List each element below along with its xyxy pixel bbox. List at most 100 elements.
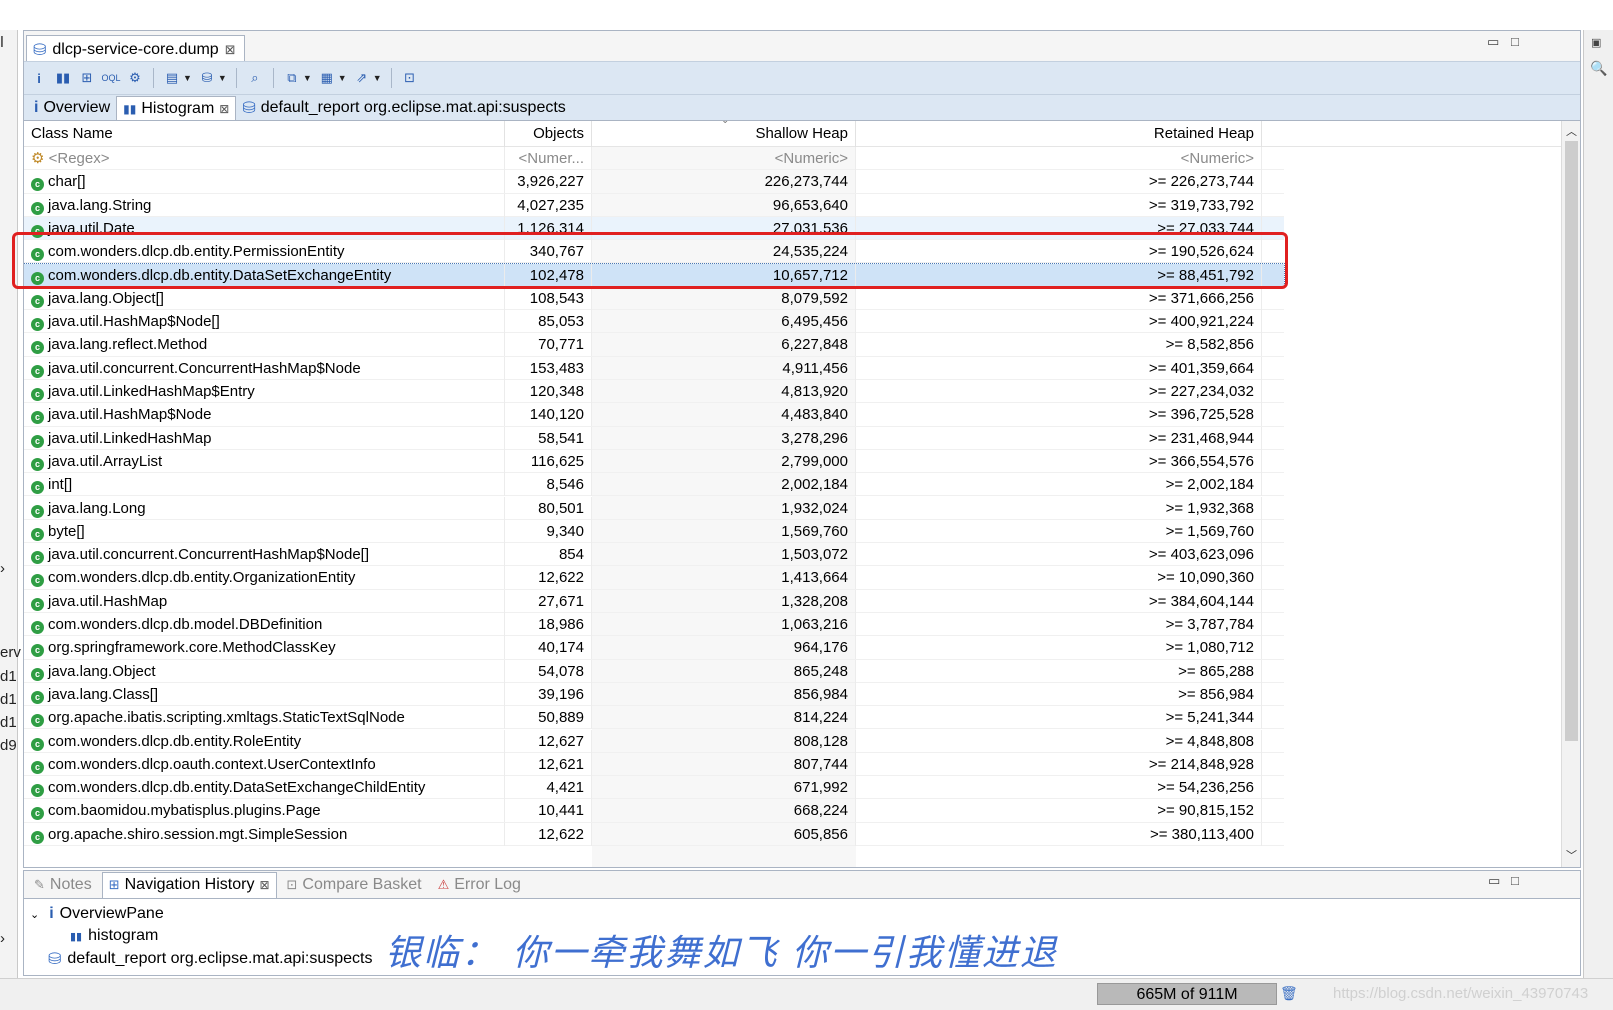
calculate-retained-icon[interactable]: ▦	[318, 69, 336, 87]
tree-node-report[interactable]: ⛁ default_report org.eclipse.mat.api:sus…	[48, 949, 372, 969]
group-by-icon[interactable]: ⧉	[283, 69, 301, 87]
retained-heap-cell: >= 5,241,344	[856, 706, 1262, 730]
expand-chevron-icon[interactable]: ⌄	[30, 908, 39, 921]
numeric-filter-input[interactable]: <Numeric>	[592, 147, 856, 170]
class-name-cell: c java.lang.Object[]	[24, 286, 505, 310]
left-expand-icon[interactable]: ›	[0, 560, 5, 577]
minimize-icon[interactable]: ▭	[1488, 873, 1500, 889]
table-row[interactable]: c char[] 3,926,227 226,273,744 >= 226,273,74…	[24, 170, 1284, 194]
heap-status[interactable]: 665M of 911M	[1097, 983, 1277, 1005]
inspector-icon[interactable]: 🔍	[1590, 60, 1607, 77]
cell-text: >= 1,569,760	[1165, 522, 1254, 540]
numeric-filter-input[interactable]: <Numer...	[505, 147, 592, 170]
table-row[interactable]: c java.util.concurrent.ConcurrentHashMap$…	[24, 543, 1284, 567]
retained-heap-cell: >= 231,468,944	[856, 426, 1262, 450]
overview-info-icon[interactable]: i	[30, 69, 48, 87]
close-icon[interactable]: ⊠	[259, 878, 269, 892]
left-expand-icon[interactable]: ›	[0, 930, 5, 947]
table-row[interactable]: c com.wonders.dlcp.db.entity.Organization…	[24, 566, 1284, 590]
table-row[interactable]: c java.util.LinkedHashMap 58,541 3,278,296 >…	[24, 426, 1284, 450]
table-row[interactable]: c com.wonders.dlcp.oauth.context.UserCont…	[24, 752, 1284, 777]
table-row[interactable]: c java.lang.Long 80,501 1,932,024 >= 1,932,3…	[24, 496, 1284, 520]
search-icon[interactable]: ⌕	[246, 69, 264, 87]
restore-icon[interactable]: ▣	[1591, 36, 1601, 49]
chevron-down-icon[interactable]: ▼	[183, 73, 192, 83]
tab-navigation-history[interactable]: ⊞ Navigation History ⊠	[101, 871, 277, 898]
table-row[interactable]: c java.util.concurrent.ConcurrentHashMap$…	[24, 356, 1284, 380]
cell-text: int[]	[48, 476, 73, 494]
scroll-down-icon[interactable]: ﹀	[1566, 847, 1577, 863]
table-row[interactable]: c com.wonders.dlcp.db.entity.RoleEntity 12…	[24, 729, 1284, 753]
chevron-down-icon[interactable]: ▼	[218, 73, 227, 83]
cell-text: 10,441	[538, 802, 584, 820]
table-row[interactable]: c java.util.HashMap$Node[] 85,053 6,495,456…	[24, 310, 1284, 334]
cell-text: >= 8,582,856	[1165, 336, 1254, 354]
table-row[interactable]: c com.wonders.dlcp.db.entity.DataSetExcha…	[24, 776, 1284, 800]
cell-text: java.lang.Object	[48, 662, 156, 680]
chevron-down-icon[interactable]: ▼	[373, 73, 382, 83]
export-icon[interactable]: ⇗	[353, 69, 371, 87]
close-icon[interactable]: ⊠	[219, 102, 229, 116]
table-row[interactable]: c java.util.HashMap 27,671 1,328,208 >= 384,…	[24, 589, 1284, 613]
header-retained-heap[interactable]: Retained Heap	[856, 121, 1262, 147]
tab-histogram[interactable]: ▮▮ Histogram ⊠	[116, 96, 237, 120]
thread-overview-icon[interactable]: ⚙	[126, 69, 144, 87]
table-row[interactable]: c org.apache.ibatis.scripting.xmltags.Sta…	[24, 706, 1284, 730]
table-row[interactable]: c int[] 8,546 2,002,184 >= 2,002,184	[24, 473, 1284, 497]
vertical-scrollbar[interactable]: ︿ ﹀	[1561, 121, 1580, 867]
tab-default-report[interactable]: ⛁ default_report org.eclipse.mat.api:sus…	[236, 96, 571, 120]
query-browser-icon[interactable]: ⛁	[198, 69, 216, 87]
header-objects[interactable]: Objects	[505, 121, 592, 147]
oql-icon[interactable]: OQL	[102, 69, 121, 87]
class-name-cell: c com.wonders.dlcp.db.entity.Organization…	[24, 566, 505, 590]
run-report-icon[interactable]: ▤	[163, 69, 181, 87]
table-row[interactable]: c com.baomidou.mybatisplus.plugins.Page 10…	[24, 799, 1284, 823]
table-row[interactable]: c org.springframework.core.MethodClassKey…	[24, 636, 1284, 660]
tab-compare-basket[interactable]: ⊡ Compare Basket	[281, 872, 428, 898]
shallow-heap-cell: 3,278,296	[592, 426, 856, 450]
header-class-name[interactable]: Class Name	[24, 121, 505, 147]
table-row[interactable]: c com.wonders.dlcp.db.model.DBDefinition 1…	[24, 613, 1284, 637]
tab-error-log[interactable]: ⚠ Error Log	[432, 872, 527, 898]
tab-overview[interactable]: i Overview	[28, 96, 116, 120]
table-row[interactable]: c java.util.ArrayList 116,625 2,799,000 >= 3…	[24, 449, 1284, 474]
scroll-up-icon[interactable]: ︿	[1566, 123, 1577, 139]
tree-node-histogram[interactable]: ▮▮ histogram	[70, 927, 158, 945]
histogram-icon[interactable]: ▮▮	[54, 69, 72, 87]
cell-text: char[]	[48, 173, 86, 191]
close-icon[interactable]: ⊠	[225, 42, 236, 58]
table-row[interactable]: c java.lang.Object[] 108,543 8,079,592 >= 37…	[24, 286, 1284, 311]
cell-text: >= 856,984	[1178, 685, 1254, 703]
compare-basket-icon[interactable]: ⊡	[401, 69, 419, 87]
maximize-icon[interactable]: □	[1511, 873, 1519, 888]
table-row[interactable]: c java.util.HashMap$Node 140,120 4,483,840 >…	[24, 403, 1284, 427]
table-row[interactable]: c java.lang.reflect.Method 70,771 6,227,848…	[24, 333, 1284, 357]
shallow-heap-cell: 814,224	[592, 706, 856, 730]
numeric-filter-input[interactable]: <Numeric>	[856, 147, 1262, 170]
editor-tab-dump[interactable]: ⛁ dlcp-service-core.dump ⊠	[26, 35, 245, 61]
tab-notes[interactable]: ✎ Notes	[28, 872, 98, 898]
left-scroll-chevron[interactable]: ǀ	[0, 34, 4, 51]
table-row[interactable]: c org.apache.shiro.session.mgt.SimpleSess…	[24, 822, 1284, 846]
dominator-tree-icon[interactable]: ⊞	[78, 69, 96, 87]
cell-text: 8,079,592	[781, 289, 848, 307]
regex-filter-input[interactable]: ⚙ <Regex>	[24, 147, 505, 170]
table-row[interactable]: c java.lang.String 4,027,235 96,653,640 >= 3…	[24, 193, 1284, 217]
table-row[interactable]: c byte[] 9,340 1,569,760 >= 1,569,760	[24, 519, 1284, 544]
retained-heap-cell: >= 400,921,224	[856, 310, 1262, 334]
trash-icon[interactable]: 🗑	[1280, 985, 1298, 1002]
table-row[interactable]: c java.lang.Object 54,078 865,248 >= 865,288	[24, 659, 1284, 683]
objects-cell: 116,625	[505, 449, 592, 473]
table-row[interactable]: c java.util.LinkedHashMap$Entry 120,348 4,8…	[24, 380, 1284, 404]
maximize-icon[interactable]: □	[1511, 34, 1519, 49]
table-row[interactable]: c java.lang.Class[] 39,196 856,984 >= 856,98…	[24, 682, 1284, 707]
cell-text: 12,627	[538, 732, 584, 750]
scrollbar-thumb[interactable]	[1565, 141, 1578, 741]
chevron-down-icon[interactable]: ▼	[303, 73, 312, 83]
minimize-icon[interactable]: ▭	[1487, 34, 1499, 50]
chevron-down-icon[interactable]: ▼	[338, 73, 347, 83]
sort-descending-icon: ⌄	[721, 121, 729, 126]
class-name-cell: c org.apache.ibatis.scripting.xmltags.Sta…	[24, 706, 505, 730]
tree-node-overview[interactable]: ⌄ i OverviewPane	[30, 905, 164, 923]
cell-text: 964,176	[793, 639, 848, 657]
